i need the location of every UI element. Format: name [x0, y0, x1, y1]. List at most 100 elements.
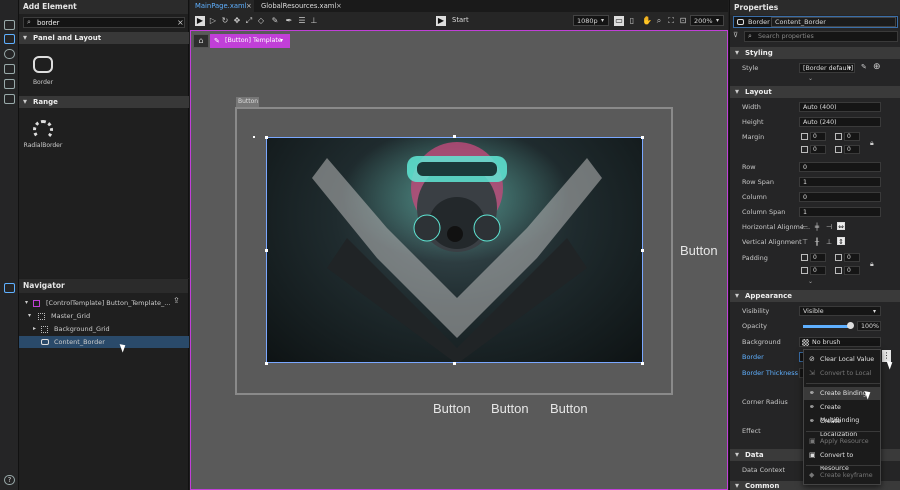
lock-icon[interactable]: 🔒︎ [870, 260, 874, 269]
add-style-icon[interactable]: ⊕ [873, 62, 881, 72]
scale-tool-icon[interactable]: ⤢ [244, 16, 254, 26]
pan-hand-icon[interactable]: ✋ [642, 16, 652, 26]
align-center-icon[interactable]: ╪ [813, 223, 821, 231]
width-input[interactable]: Auto (400) [799, 102, 881, 112]
element-border[interactable] [31, 55, 55, 77]
resize-handle[interactable] [453, 362, 456, 365]
row-input[interactable]: 0 [799, 162, 881, 172]
copy-icon[interactable] [4, 79, 15, 89]
section-panel-and-layout[interactable]: Panel and Layout [19, 32, 189, 44]
distribute-tool-icon[interactable]: ⊥ [309, 16, 319, 26]
navigator-icon[interactable] [4, 283, 15, 293]
element-radial-border[interactable] [33, 118, 53, 140]
menu-item-create-localization[interactable]: ⚭ Create Localization [804, 415, 880, 439]
padding-top-input[interactable]: 0 [844, 253, 860, 262]
element-name-input[interactable]: Content_Border [771, 17, 896, 27]
run-icon[interactable]: ▶ [436, 16, 446, 26]
select-tool-icon[interactable]: ▶ [195, 16, 205, 26]
resize-handle[interactable] [641, 362, 644, 365]
menu-item-convert-to-resource[interactable]: ▣ Convert to Resource [804, 449, 880, 473]
align-bottom-icon[interactable]: ⊥ [825, 238, 833, 246]
content-border-selected[interactable] [266, 137, 643, 363]
rotate-tool-icon[interactable]: ↻ [220, 16, 230, 26]
opacity-input[interactable]: 100% [857, 321, 881, 331]
padding-bottom-input[interactable]: 0 [844, 266, 860, 275]
resize-handle[interactable] [265, 362, 268, 365]
margin-bottom-input[interactable]: 0 [844, 145, 860, 154]
visibility-select[interactable]: Visible ▾ [799, 306, 881, 316]
tab-globalresources[interactable]: GlobalResources.xaml × [256, 0, 344, 12]
device-frame-icon[interactable]: ▭ [614, 16, 624, 26]
transform-tool-icon[interactable]: ◇ [256, 16, 266, 26]
search-input[interactable]: border [37, 19, 59, 27]
zoom-select[interactable]: 200% ▾ [690, 15, 724, 26]
home-icon[interactable]: ⌂ [193, 34, 209, 48]
pen-tool-icon[interactable]: ✒ [284, 16, 294, 26]
tab-mainpage[interactable]: MainPage.xaml × [190, 0, 254, 12]
close-icon[interactable]: × [336, 0, 342, 12]
search-input[interactable]: Search properties [758, 33, 814, 40]
section-range[interactable]: Range [19, 96, 189, 108]
resize-handle[interactable] [641, 249, 644, 252]
resize-handle[interactable] [265, 136, 268, 139]
align-left-icon[interactable]: ⊢ [801, 223, 809, 231]
style-select[interactable]: [Border default] ▾ [799, 63, 855, 73]
clear-search-icon[interactable]: × [177, 18, 184, 27]
menu-item-create-multibinding[interactable]: ⚭ Create MultiBinding [804, 401, 880, 425]
opacity-slider-thumb[interactable] [847, 322, 854, 329]
margin-right-input[interactable]: 0 [810, 145, 826, 154]
margin-top-input[interactable]: 0 [844, 132, 860, 141]
expand-arrow-icon[interactable]: ▾ [25, 297, 28, 309]
tree-item-selected[interactable]: Content_Border [19, 336, 189, 348]
palette-icon[interactable] [4, 49, 15, 59]
align-stretch-vertical-icon[interactable]: ⇕ [837, 237, 845, 246]
resources-icon[interactable] [4, 94, 15, 104]
tree-item[interactable]: ▸ Background_Grid [19, 323, 189, 335]
template-breadcrumb[interactable]: ✎ [Button] Template ▾ [210, 34, 290, 48]
tree-item[interactable]: ▾ [ControlTemplate] Button_Template_... [19, 297, 189, 309]
add-element-icon[interactable] [4, 34, 15, 44]
help-icon[interactable]: ? [4, 475, 15, 485]
align-right-icon[interactable]: ⊣ [825, 223, 833, 231]
align-middle-icon[interactable]: ╫ [813, 238, 821, 246]
resize-handle[interactable] [641, 136, 644, 139]
eyedropper-icon[interactable]: ✎ [270, 16, 280, 26]
orientation-icon[interactable]: ▯ [627, 16, 637, 26]
expand-chevron-icon[interactable]: ⌄ [808, 75, 813, 82]
close-icon[interactable]: × [246, 0, 252, 12]
menu-item-clear-local-value[interactable]: ⊘ Clear Local Value [804, 353, 880, 366]
rowspan-input[interactable]: 1 [799, 177, 881, 187]
height-input[interactable]: Auto (240) [799, 117, 881, 127]
lock-icon[interactable]: 🔒︎ [870, 139, 874, 148]
opacity-slider-track[interactable] [803, 325, 851, 328]
direct-select-icon[interactable]: ▷ [208, 16, 218, 26]
expand-chevron-icon[interactable]: ⌄ [808, 278, 813, 285]
zoom-icon[interactable]: ⌕ [654, 16, 664, 26]
align-stretch-icon[interactable]: ⇔ [837, 222, 845, 231]
section-layout[interactable]: Layout [730, 86, 900, 98]
edit-style-icon[interactable]: ✎ [861, 63, 867, 71]
background-brush-select[interactable]: No brush [799, 337, 881, 347]
padding-right-input[interactable]: 0 [810, 266, 826, 275]
expand-arrow-icon[interactable]: ▾ [28, 310, 31, 322]
section-styling[interactable]: Styling [730, 47, 900, 59]
move-tool-icon[interactable]: ✥ [232, 16, 242, 26]
margin-handle[interactable] [253, 136, 255, 138]
run-label[interactable]: Start [452, 16, 469, 24]
section-appearance[interactable]: Appearance [730, 290, 900, 302]
fit-screen-icon[interactable]: ⛶ [666, 16, 676, 26]
reset-zoom-icon[interactable]: ⊡ [678, 16, 688, 26]
align-top-icon[interactable]: ⊤ [801, 238, 809, 246]
element-search-box[interactable]: ⌕ border × [23, 17, 185, 28]
column-input[interactable]: 0 [799, 192, 881, 202]
resize-handle[interactable] [265, 249, 268, 252]
align-tool-icon[interactable]: ☰ [297, 16, 307, 26]
collapse-arrow-icon[interactable]: ▸ [33, 323, 36, 335]
media-icon[interactable] [4, 64, 15, 74]
resolution-select[interactable]: 1080p ▾ [573, 15, 609, 26]
padding-left-input[interactable]: 0 [810, 253, 826, 262]
filter-icon[interactable]: ⊽ [733, 31, 738, 39]
tree-item[interactable]: ▾ Master_Grid [19, 310, 189, 322]
resize-handle[interactable] [453, 135, 456, 138]
assets-icon[interactable] [4, 20, 15, 30]
